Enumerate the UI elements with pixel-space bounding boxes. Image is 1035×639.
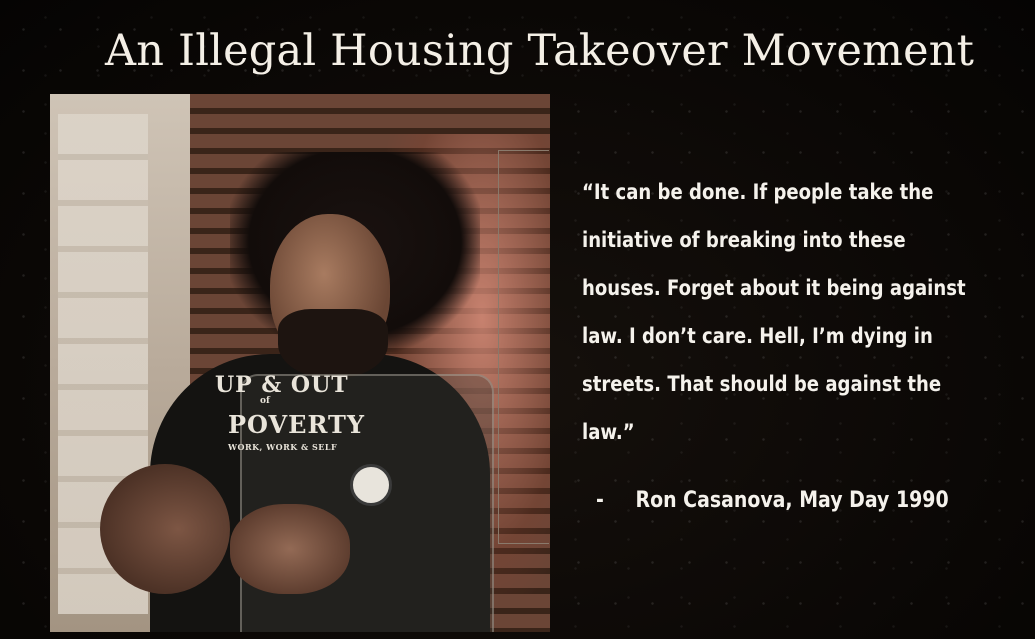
shirt-text-line-2: of (260, 396, 270, 406)
attribution-text: Ron Casanova, May Day 1990 (635, 488, 949, 513)
quote-line: initiative of breaking into these (582, 228, 906, 252)
attribution-dash: - (596, 488, 604, 513)
slide-title: An Illegal Housing Takeover Movement (105, 26, 975, 76)
speaker-photo: UP & OUT of POVERTY WORK, WORK & SELF (50, 94, 550, 632)
photo-person: UP & OUT of POVERTY WORK, WORK & SELF (90, 134, 530, 632)
quote-line: law.” (582, 420, 635, 444)
person-beard (278, 309, 388, 379)
quote-line: streets. That should be against the (582, 372, 942, 396)
shirt-text-line-4: WORK, WORK & SELF (228, 442, 338, 452)
shirt-text-line-1: UP & OUT (215, 372, 349, 398)
shirt-badge-icon (350, 464, 392, 506)
quote-block: “It can be done. If people take the init… (582, 168, 1029, 456)
quote-line: “It can be done. If people take the (582, 180, 934, 204)
person-hand (230, 504, 350, 594)
shirt-text-line-3: POVERTY (228, 410, 365, 439)
quote-line: houses. Forget about it being against (582, 276, 966, 300)
presentation-slide: An Illegal Housing Takeover Movement UP … (0, 0, 1035, 639)
person-arm (100, 464, 230, 594)
quote-line: law. I don’t care. Hell, I’m dying in (582, 324, 933, 348)
quote-attribution: - Ron Casanova, May Day 1990 (596, 488, 949, 513)
